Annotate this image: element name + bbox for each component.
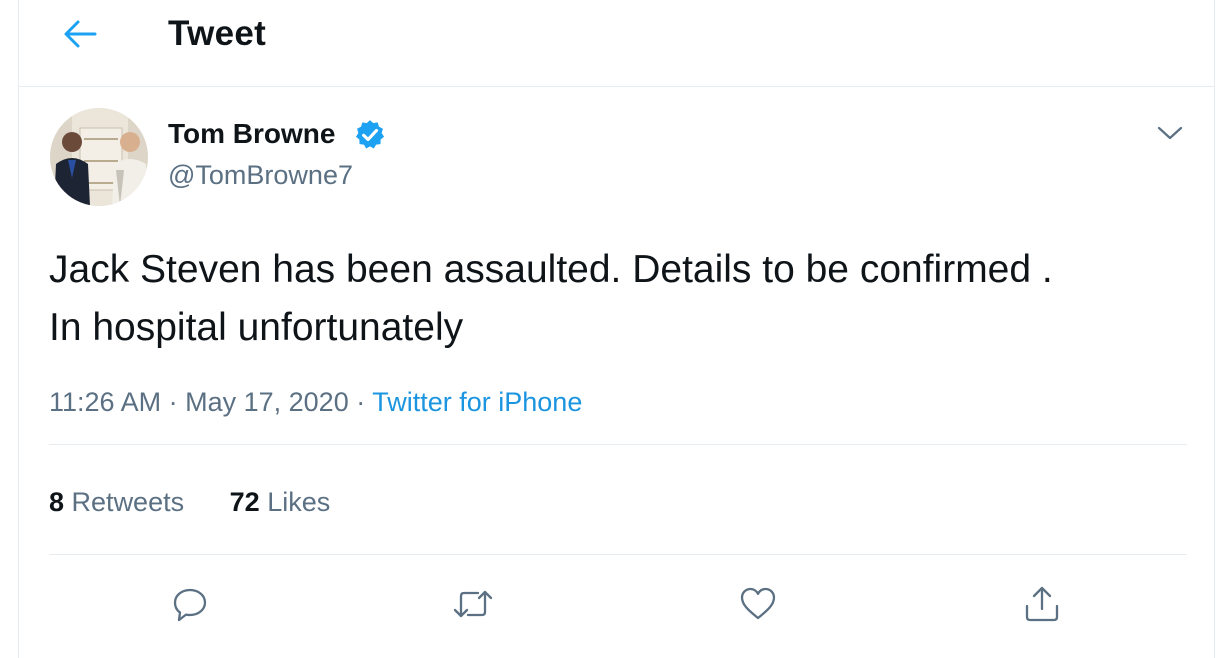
chevron-down-icon (1157, 126, 1183, 140)
likes-count: 72 (229, 487, 260, 517)
tweet-source-link[interactable]: Twitter for iPhone (372, 387, 582, 417)
author-name[interactable]: Tom Browne (168, 118, 335, 150)
tweet-text-line: Jack Steven has been assaulted. Details … (49, 248, 1053, 291)
avatar[interactable] (50, 108, 148, 206)
like-button[interactable] (736, 582, 780, 626)
retweets-label: Retweets (71, 487, 185, 517)
meta-separator: · (356, 387, 366, 417)
verified-badge-icon (355, 120, 385, 149)
likes-label: Likes (267, 487, 331, 517)
divider (49, 444, 1187, 445)
page-header: Tweet (18, 0, 1215, 87)
retweet-button[interactable] (451, 582, 495, 626)
tweet-stats: 8 Retweets 72 Likes (49, 487, 330, 518)
author-handle[interactable]: @TomBrowne7 (168, 160, 353, 191)
page-title: Tweet (168, 14, 267, 53)
retweets-count: 8 (49, 487, 65, 517)
tweet-meta: 11:26 AM · May 17, 2020 · Twitter for iP… (49, 387, 582, 418)
likes-stat[interactable]: 72 Likes (230, 487, 331, 518)
heart-icon (740, 587, 776, 620)
share-button[interactable] (1020, 582, 1064, 626)
back-button[interactable] (58, 14, 102, 54)
tweet-text-line: In hospital unfortunately (49, 306, 464, 349)
reply-button[interactable] (168, 582, 212, 626)
meta-separator: · (168, 387, 178, 417)
reply-bubble-icon (173, 588, 207, 622)
retweet-icon (453, 590, 493, 618)
tweet-time[interactable]: 11:26 AM (49, 387, 161, 417)
more-options-button[interactable] (1150, 118, 1190, 148)
tweet-text: Jack Steven has been assaulted. Details … (49, 241, 1199, 357)
divider (49, 554, 1187, 555)
arrow-left-icon (64, 20, 97, 48)
avatar-photo (50, 108, 148, 206)
tweet-date[interactable]: May 17, 2020 (185, 387, 349, 417)
share-icon (1025, 586, 1059, 622)
retweets-stat[interactable]: 8 Retweets (49, 487, 184, 518)
